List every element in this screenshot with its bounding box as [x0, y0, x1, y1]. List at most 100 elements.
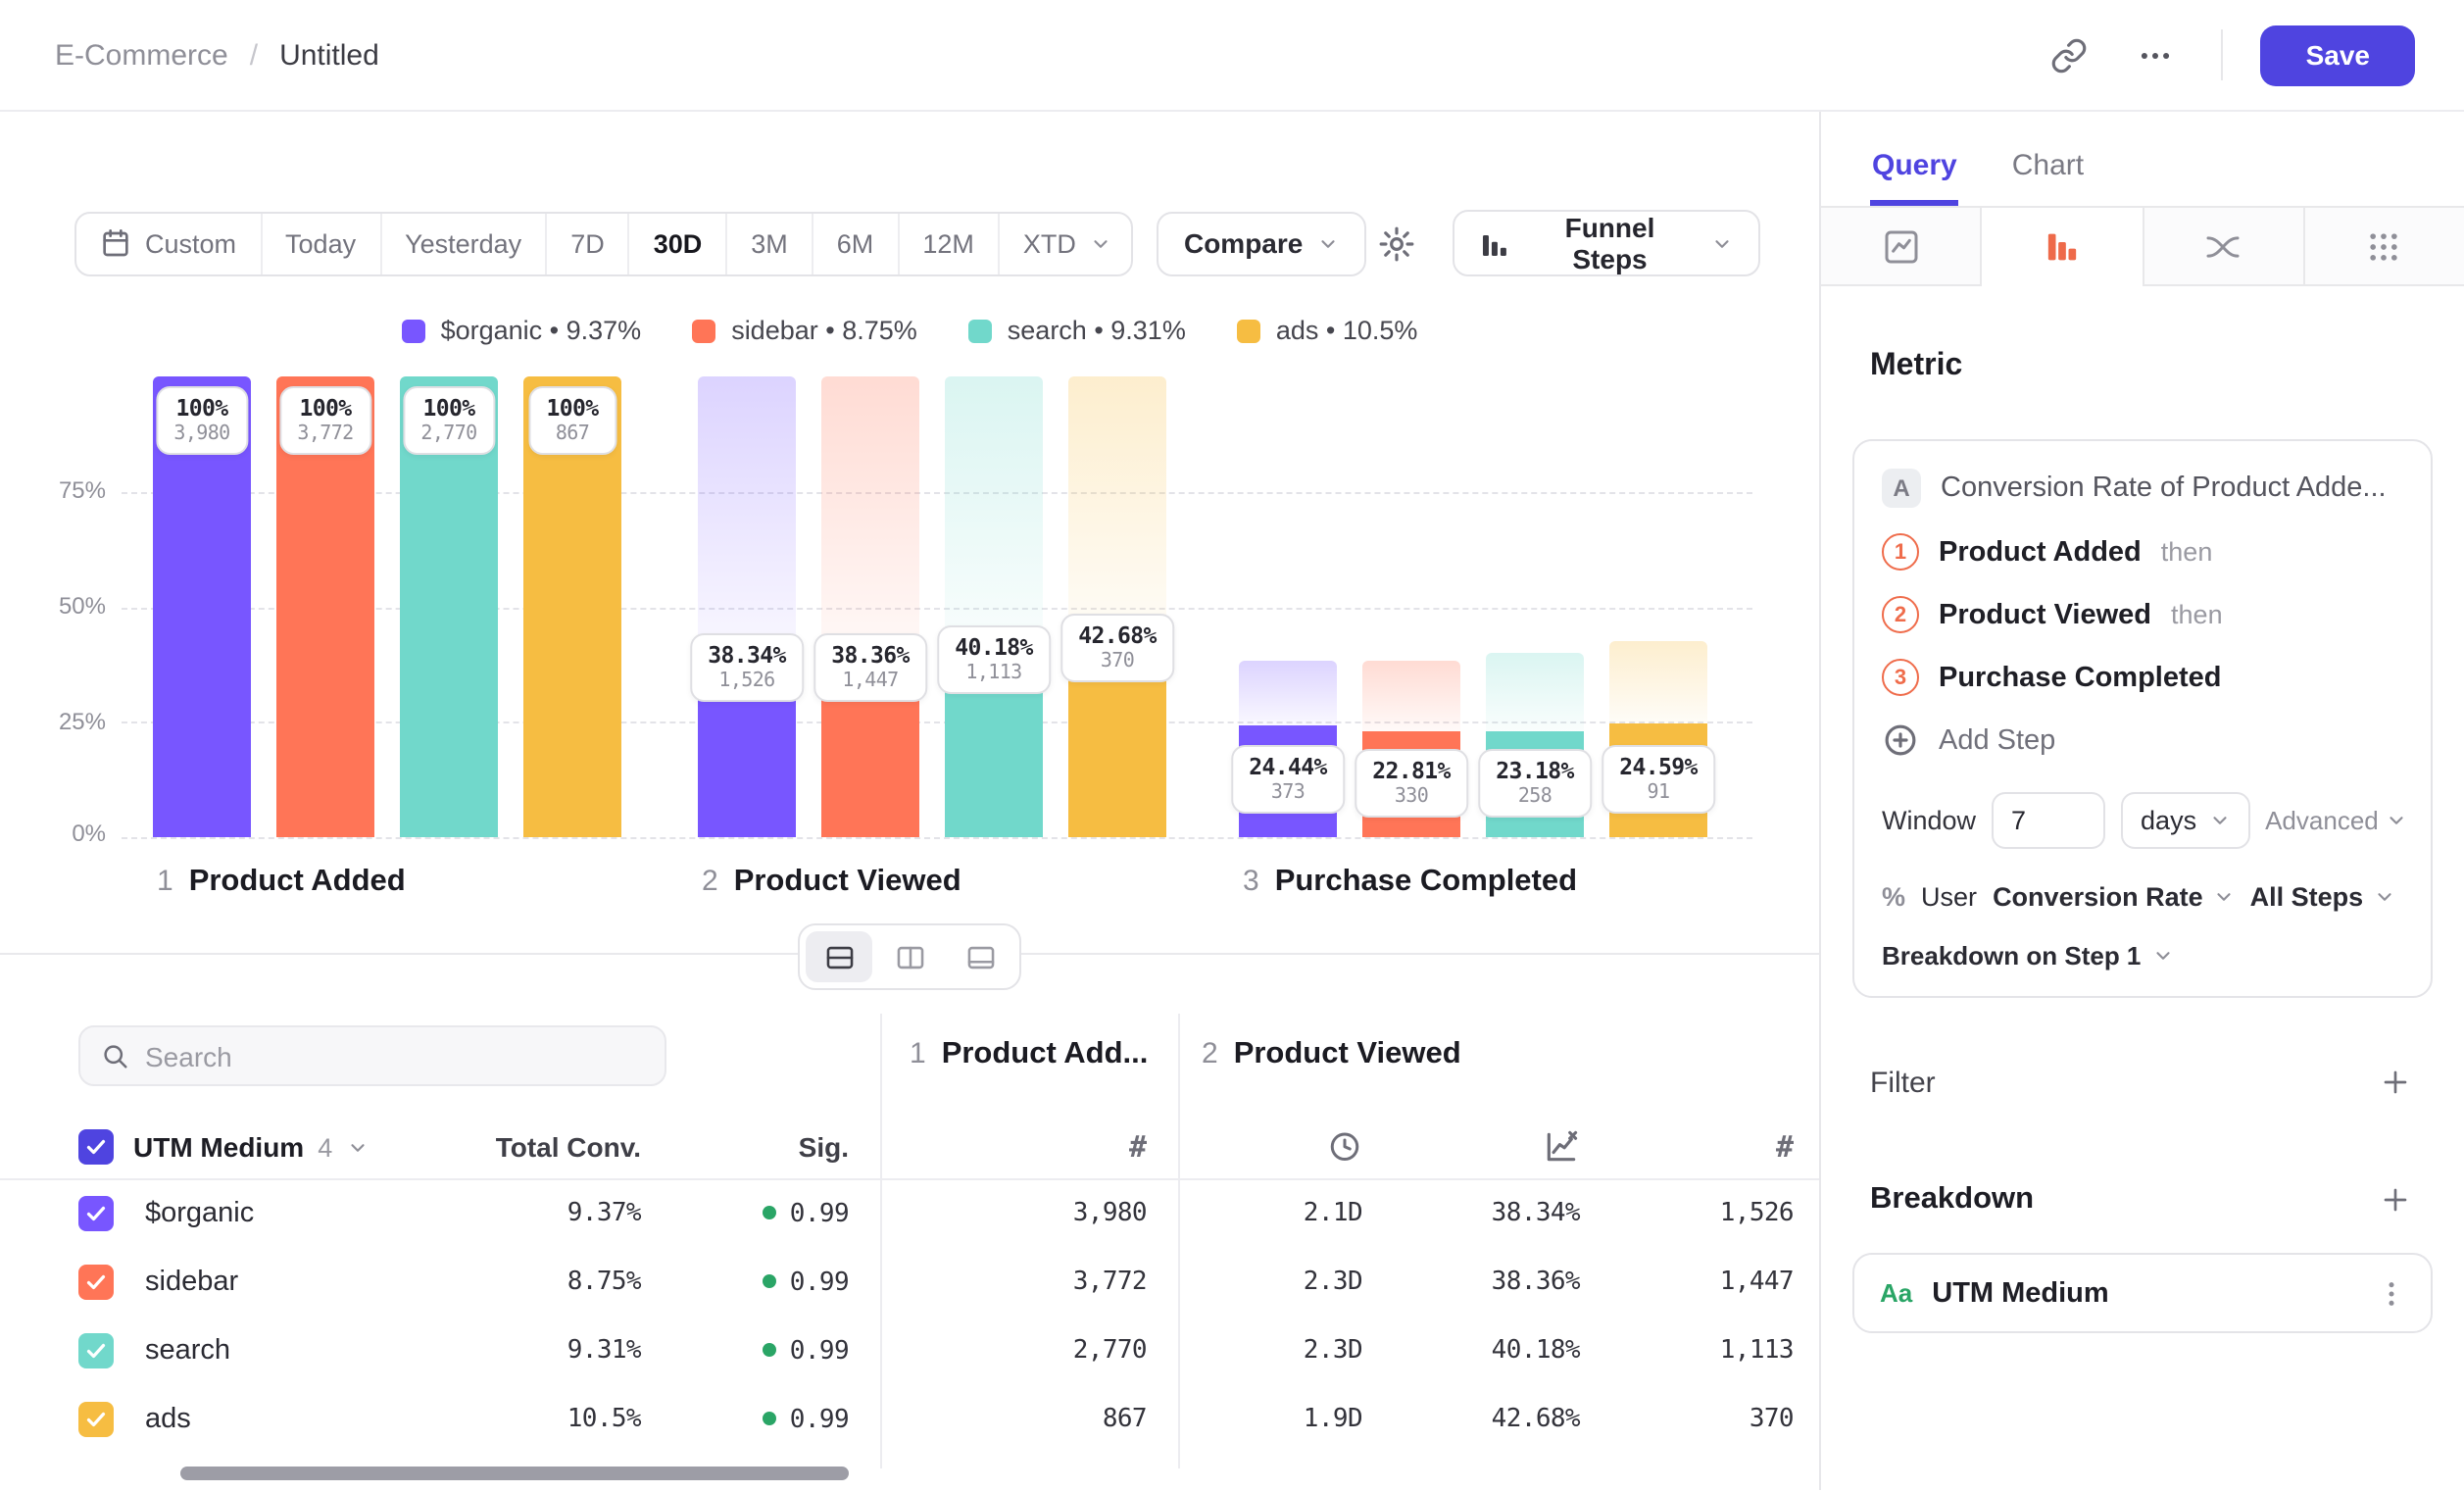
bar-value-label: 23.18%258 [1478, 749, 1592, 818]
add-filter-button[interactable] [2370, 1057, 2421, 1108]
legend-swatch [1237, 319, 1260, 342]
chart-type-funnel-tab[interactable] [1981, 208, 2143, 284]
horizontal-scrollbar[interactable] [180, 1467, 849, 1480]
step2-count-column-icon[interactable]: # [1598, 1129, 1794, 1165]
row-step2-time: 1.9D [1166, 1404, 1362, 1433]
conversion-rate-column-icon[interactable] [1384, 1128, 1580, 1166]
tab-query[interactable]: Query [1870, 141, 1959, 206]
legend-item[interactable]: $organic • 9.37% [402, 316, 642, 345]
range-today[interactable]: Today [260, 213, 379, 274]
row-total-conv: 10.5% [406, 1404, 641, 1433]
chart-type-more-tab[interactable] [2303, 208, 2464, 284]
funnel-bar-remainder[interactable] [1486, 652, 1584, 730]
range-yesterday[interactable]: Yesterday [379, 213, 545, 274]
chart-type-line-tab[interactable] [1821, 208, 1981, 284]
advanced-toggle[interactable]: Advanced [2265, 806, 2408, 835]
table-row[interactable]: ads10.5%0.998671.9D42.68%370 [0, 1384, 1819, 1453]
chart-settings-button[interactable] [1365, 212, 1428, 274]
window-value-input[interactable] [1992, 792, 2105, 849]
range-7d[interactable]: 7D [545, 213, 628, 274]
funnel-bar-remainder[interactable] [1068, 376, 1166, 640]
query-panel: Query Chart Metric A [1819, 112, 2464, 1490]
metric-title[interactable]: Conversion Rate of Product Adde... [1941, 472, 2387, 504]
breakdown-count: 4 [318, 1132, 332, 1162]
window-unit-select[interactable]: days [2121, 792, 2249, 849]
check-icon [84, 1135, 108, 1159]
breakdown-on-step-label: Breakdown on Step 1 [1882, 941, 2141, 970]
funnel-bar-remainder[interactable] [1239, 661, 1337, 724]
row-significance: 0.99 [653, 1195, 849, 1230]
step-number: 1 [910, 1037, 926, 1070]
legend-item[interactable]: sidebar • 8.75% [692, 316, 917, 345]
time-to-convert-column-icon[interactable] [1166, 1129, 1362, 1165]
range-label: XTD [1023, 228, 1076, 258]
row-name: ads [145, 1403, 191, 1434]
breadcrumb-page[interactable]: Untitled [279, 38, 379, 72]
funnel-bar-remainder[interactable] [1609, 640, 1707, 723]
funnel-step-label: 1Product Added [157, 865, 406, 900]
breakdown-on-step-select[interactable]: Breakdown on Step 1 [1882, 941, 2174, 970]
range-6m[interactable]: 6M [812, 213, 898, 274]
window-label: Window [1882, 806, 1976, 835]
date-toolbar: Custom Today Yesterday 7D 30D 3M 6M 12M … [74, 210, 1760, 276]
metric-step[interactable]: 1Product Addedthen [1882, 533, 2403, 571]
row-checkbox[interactable] [78, 1195, 114, 1230]
chart-view-picker[interactable]: Funnel Steps [1452, 210, 1760, 276]
add-breakdown-button[interactable] [2370, 1174, 2421, 1225]
measure-entity[interactable]: User [1921, 882, 1977, 912]
table-row[interactable]: search9.31%0.992,7702.3D40.18%1,113 [0, 1316, 1819, 1384]
save-button[interactable]: Save [2261, 25, 2415, 85]
metric-step[interactable]: 3Purchase Completed [1882, 659, 2403, 696]
calendar-icon [100, 227, 131, 259]
funnel-bar-remainder[interactable] [1362, 661, 1460, 732]
row-step2-count: 1,447 [1598, 1267, 1794, 1296]
funnel-bar-remainder[interactable] [821, 376, 919, 661]
breakdown-heading: Breakdown [1870, 1182, 2034, 1218]
select-all-checkbox[interactable] [78, 1129, 114, 1165]
step-connector: then [2171, 600, 2223, 629]
more-menu-button[interactable] [2126, 25, 2185, 84]
share-link-button[interactable] [2040, 25, 2098, 84]
breakdown-options-button[interactable] [2364, 1266, 2419, 1320]
table-row[interactable]: sidebar8.75%0.993,7722.3D38.36%1,447 [0, 1247, 1819, 1316]
table-row[interactable]: $organic9.37%0.993,9802.1D38.34%1,526 [0, 1178, 1819, 1247]
bar-value-label: 38.36%1,447 [813, 633, 927, 702]
chart-type-flow-tab[interactable] [2142, 208, 2303, 284]
row-step1-count: 3,772 [892, 1267, 1147, 1296]
conversion-window-row: Window days Advanced [1882, 792, 2403, 849]
total-conv-header[interactable]: Total Conv. [406, 1131, 641, 1163]
legend-item[interactable]: ads • 10.5% [1237, 316, 1418, 345]
breakdown-column-header[interactable]: UTM Medium 4 [133, 1131, 368, 1163]
compare-button[interactable]: Compare [1157, 211, 1365, 275]
step-number-badge: 3 [1882, 659, 1919, 696]
panel-tabs: Query Chart [1821, 141, 2464, 206]
breakdown-item[interactable]: Aa UTM Medium [1852, 1253, 2433, 1333]
bar-value-label: 40.18%1,113 [937, 624, 1051, 693]
measure-type-select[interactable]: Conversion Rate [1993, 882, 2235, 912]
range-3m[interactable]: 3M [725, 213, 812, 274]
tab-chart[interactable]: Chart [2010, 141, 2086, 206]
breadcrumb-project[interactable]: E-Commerce [55, 38, 228, 72]
search-icon [100, 1041, 129, 1070]
add-step-button[interactable]: Add Step [1882, 721, 2403, 759]
range-custom[interactable]: Custom [76, 213, 260, 274]
step-name: Product Added [1939, 536, 2142, 568]
measure-scope-select[interactable]: All Steps [2250, 882, 2395, 912]
metric-step[interactable]: 2Product Viewedthen [1882, 596, 2403, 633]
legend-item[interactable]: search • 9.31% [968, 316, 1186, 345]
step1-count-column-icon[interactable]: # [892, 1129, 1147, 1165]
row-checkbox[interactable] [78, 1264, 114, 1299]
search-input[interactable] [145, 1040, 645, 1071]
funnel-bar-remainder[interactable] [698, 376, 796, 661]
row-checkbox[interactable] [78, 1332, 114, 1368]
bar-value-label: 100%867 [529, 386, 616, 455]
row-total-conv: 9.37% [406, 1198, 641, 1227]
step-number: 2 [1202, 1037, 1218, 1070]
row-checkbox[interactable] [78, 1401, 114, 1436]
range-xtd[interactable]: XTD [998, 213, 1133, 274]
funnel-bar-remainder[interactable] [945, 376, 1043, 652]
significance-header[interactable]: Sig. [653, 1131, 849, 1163]
range-12m[interactable]: 12M [897, 213, 998, 274]
range-30d[interactable]: 30D [628, 213, 726, 274]
row-step2-count: 1,526 [1598, 1198, 1794, 1227]
